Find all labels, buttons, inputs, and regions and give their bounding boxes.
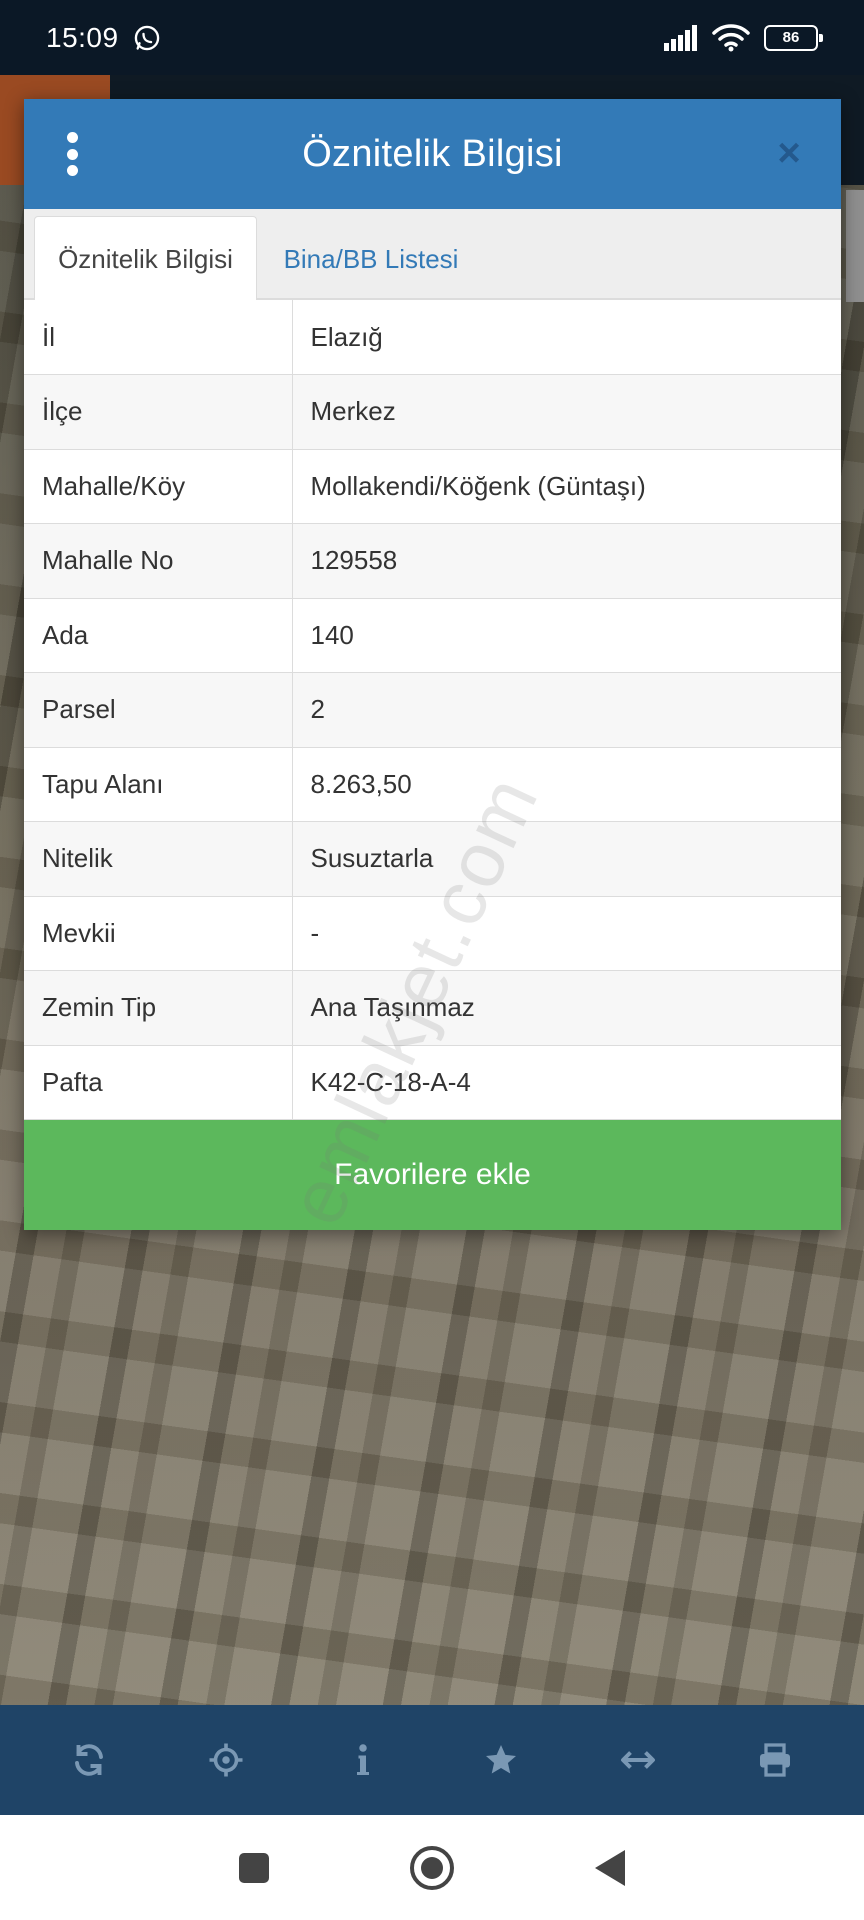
- row-value: 8.263,50: [292, 747, 841, 822]
- row-key: Mevkii: [24, 896, 293, 971]
- table-row: Pafta K42-C-18-A-4: [24, 1045, 841, 1120]
- whatsapp-icon: [134, 25, 159, 50]
- row-value: 129558: [292, 523, 841, 599]
- system-nav-bar: [0, 1815, 864, 1920]
- row-key: Tapu Alanı: [24, 747, 293, 822]
- row-value: 140: [292, 598, 841, 673]
- row-value: -: [292, 896, 841, 971]
- table-row: Zemin Tip Ana Taşınmaz: [24, 970, 841, 1046]
- row-key: Nitelik: [24, 821, 293, 897]
- table-row: Tapu Alanı 8.263,50: [24, 747, 841, 822]
- more-options-icon[interactable]: [62, 132, 82, 176]
- tab-attribute-info[interactable]: Öznitelik Bilgisi: [34, 216, 257, 302]
- table-row: Mahalle No 129558: [24, 523, 841, 599]
- wifi-icon: [712, 23, 750, 51]
- signal-icon: [664, 24, 697, 51]
- dialog-tabs: Öznitelik Bilgisi Bina/BB Listesi: [24, 209, 841, 302]
- status-bar: 15:09 86: [0, 0, 864, 75]
- row-key: Mahalle/Köy: [24, 449, 293, 524]
- refresh-icon[interactable]: [57, 1728, 121, 1792]
- row-key: Mahalle No: [24, 523, 293, 599]
- table-row: Nitelik Susuztarla: [24, 821, 841, 897]
- locate-icon[interactable]: [194, 1728, 258, 1792]
- attribute-dialog: Öznitelik Bilgisi × Öznitelik Bilgisi Bi…: [24, 99, 841, 1230]
- table-row: İlçe Merkez: [24, 374, 841, 450]
- battery-icon: 86: [764, 24, 823, 51]
- table-row: Mevkii -: [24, 896, 841, 971]
- battery-level: 86: [782, 29, 800, 46]
- dialog-title: Öznitelik Bilgisi: [302, 132, 563, 175]
- row-key: Zemin Tip: [24, 970, 293, 1046]
- add-favorite-button[interactable]: Favorilere ekle: [24, 1120, 841, 1230]
- row-value: Elazığ: [292, 300, 841, 375]
- star-icon[interactable]: [469, 1728, 533, 1792]
- info-icon[interactable]: [331, 1728, 395, 1792]
- row-key: İl: [24, 300, 293, 375]
- row-key: Parsel: [24, 672, 293, 748]
- home-icon[interactable]: [407, 1843, 457, 1893]
- tab-building-list[interactable]: Bina/BB Listesi: [271, 216, 471, 302]
- row-value: Merkez: [292, 374, 841, 450]
- row-value: 2: [292, 672, 841, 748]
- row-value: Susuztarla: [292, 821, 841, 897]
- close-icon[interactable]: ×: [765, 129, 813, 177]
- row-key: Ada: [24, 598, 293, 673]
- table-row: Mahalle/Köy Mollakendi/Köğenk (Güntaşı): [24, 449, 841, 524]
- row-value: K42-C-18-A-4: [292, 1045, 841, 1120]
- row-key: Pafta: [24, 1045, 293, 1120]
- attribute-table: İl Elazığ İlçe Merkez Mahalle/Köy Mollak…: [24, 300, 841, 1120]
- print-icon[interactable]: [743, 1728, 807, 1792]
- table-row: Parsel 2: [24, 672, 841, 748]
- status-time: 15:09: [46, 21, 119, 53]
- row-key: İlçe: [24, 374, 293, 450]
- measure-icon[interactable]: [606, 1728, 670, 1792]
- table-row: Ada 140: [24, 598, 841, 673]
- map-toolbar: [0, 1705, 864, 1815]
- recents-icon[interactable]: [229, 1843, 279, 1893]
- map-scroll-handle[interactable]: [846, 190, 864, 302]
- dialog-header: Öznitelik Bilgisi ×: [24, 99, 841, 209]
- back-icon[interactable]: [585, 1843, 635, 1893]
- row-value: Ana Taşınmaz: [292, 970, 841, 1046]
- table-row: İl Elazığ: [24, 300, 841, 375]
- row-value: Mollakendi/Köğenk (Güntaşı): [292, 449, 841, 524]
- status-icons: 86: [664, 23, 823, 52]
